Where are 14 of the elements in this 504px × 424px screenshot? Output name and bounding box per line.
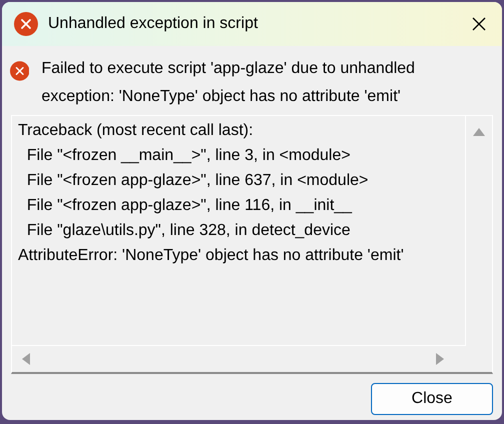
traceback-line: File "<frozen __main__>", line 3, in <module> <box>26 146 352 166</box>
traceback-line: File "<frozen app-glaze>", line 637, in <module> <box>26 171 370 191</box>
scroll-left-icon[interactable] <box>20 353 32 365</box>
traceback-line: File "<frozen app-glaze>", line 116, in __init__ <box>26 196 353 216</box>
error-message: Failed to execute script 'app-glaze' due to unhandled exception: 'NoneType' object has no attribute 'emit' <box>41 59 416 107</box>
error-icon <box>14 12 38 36</box>
traceback-line: AttributeError: 'NoneType' object has no attribute 'emit' <box>18 246 405 266</box>
close-icon <box>471 16 487 32</box>
scroll-up-icon[interactable] <box>473 126 485 138</box>
scroll-right-icon[interactable] <box>434 353 446 365</box>
window-title: Unhandled exception in script <box>48 15 259 33</box>
close-button[interactable]: Close <box>371 383 493 415</box>
traceback-line: File "glaze\utils.py", line 328, in detect_device <box>26 221 352 241</box>
traceback-line: Traceback (most recent call last): <box>18 121 254 141</box>
